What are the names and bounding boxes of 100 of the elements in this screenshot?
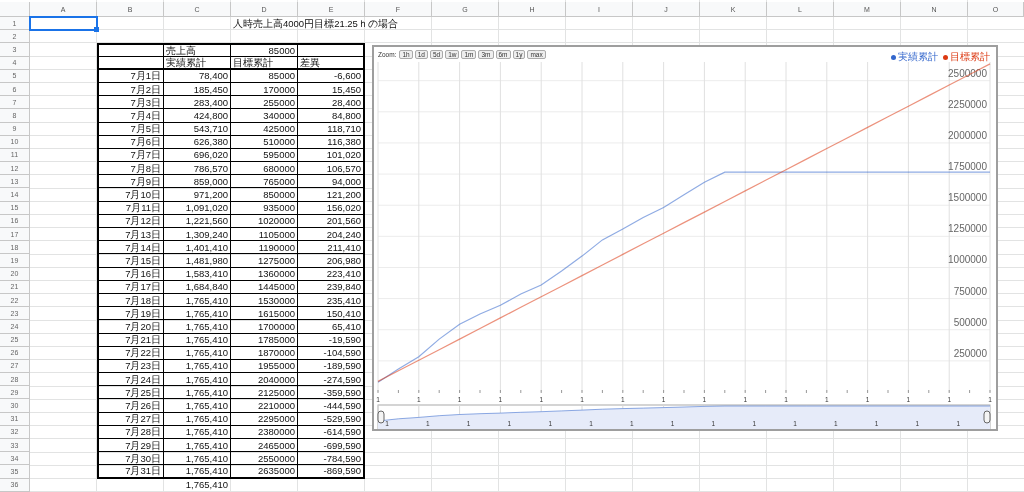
target-total-value: 1020000 <box>258 215 295 227</box>
date-label: 7月20日 <box>125 320 161 332</box>
date-label: 7月16日 <box>125 268 161 280</box>
actual-total-value: 1,765,410 <box>185 400 228 412</box>
actual-total-value: 1,481,980 <box>185 254 228 266</box>
difference-value: 150,410 <box>326 307 361 319</box>
date-label: 7月19日 <box>125 307 161 319</box>
difference-value: 94,000 <box>331 175 361 187</box>
date-label: 7月11日 <box>125 202 161 214</box>
fill-handle[interactable] <box>94 27 99 33</box>
actual-total-value: 1,765,410 <box>185 386 228 398</box>
empty-cell[interactable] <box>298 43 365 57</box>
target-total-value: 1360000 <box>258 268 295 280</box>
actual-total-value: 1,765,410 <box>185 439 228 451</box>
difference-value: -699,590 <box>323 439 361 451</box>
target-total-value: 680000 <box>263 162 295 174</box>
target-total-value: 2380000 <box>258 426 295 438</box>
difference-value: 118,710 <box>327 123 361 135</box>
difference-value: 235,410 <box>326 294 361 306</box>
actual-total-value: 424,800 <box>193 109 228 121</box>
difference-value: 101,020 <box>326 149 361 161</box>
date-label: 7月27日 <box>125 413 161 425</box>
selected-cell[interactable] <box>30 17 97 31</box>
axis-label: 250000 <box>953 347 987 359</box>
target-total-value: 765000 <box>263 175 295 187</box>
date-label: 7月6日 <box>130 136 161 148</box>
date-label: 7月13日 <box>125 228 161 240</box>
target-total-value: 425000 <box>263 123 295 135</box>
column-label: 実績累計 <box>166 56 206 68</box>
target-total-value: 255000 <box>263 96 295 108</box>
date-label: 7月12日 <box>125 215 161 227</box>
actual-total-value: 1,583,410 <box>185 268 228 280</box>
difference-value: -784,590 <box>323 452 361 464</box>
column-label: 目標累計 <box>233 56 273 68</box>
target-total-value: 2550000 <box>258 452 295 464</box>
actual-total-value: 696,020 <box>193 149 228 161</box>
date-label: 7月22日 <box>125 347 161 359</box>
actual-total-value: 283,400 <box>193 96 228 108</box>
difference-value: -274,590 <box>323 373 361 385</box>
empty-cell[interactable] <box>97 56 164 70</box>
target-total-value: 2295000 <box>258 413 295 425</box>
target-total-value: 1870000 <box>258 347 295 359</box>
target-total-value: 510000 <box>263 136 295 148</box>
actual-total-value: 1,765,410 <box>185 426 228 438</box>
target-total-value: 1955000 <box>258 360 295 372</box>
difference-value: 65,410 <box>331 320 361 332</box>
difference-value: 84,800 <box>331 109 361 121</box>
date-label: 7月8日 <box>130 162 161 174</box>
actual-total-value: 1,765,410 <box>185 347 228 359</box>
difference-value: 201,560 <box>326 215 361 227</box>
target-total-value: 850000 <box>263 189 295 201</box>
target-total-value: 2635000 <box>258 465 295 477</box>
actual-total-value: 543,710 <box>193 123 228 135</box>
axis-label: 1000000 <box>948 254 987 266</box>
actual-total-value: 1,765,410 <box>185 360 228 372</box>
target-total-value: 1530000 <box>258 294 295 306</box>
empty-cell[interactable] <box>97 43 164 57</box>
date-label: 7月10日 <box>125 189 161 201</box>
target-total-value: 1190000 <box>258 241 295 253</box>
target-total-value: 2040000 <box>258 373 295 385</box>
target-total-value: 170000 <box>263 83 295 95</box>
actual-total-value: 1,765,410 <box>185 452 228 464</box>
actual-total-value: 971,200 <box>193 189 228 201</box>
target-total-value: 1615000 <box>258 307 295 319</box>
difference-value: -614,590 <box>323 426 361 438</box>
axis-label: 2250000 <box>948 98 987 110</box>
sheet-title: 人時売上高4000円目標21.25ｈの場合 <box>233 17 398 29</box>
actual-total-value: 1,309,240 <box>185 228 228 240</box>
difference-value: -444,590 <box>323 400 361 412</box>
difference-value: 239,840 <box>326 281 361 293</box>
actual-total-value: 1,221,560 <box>185 215 228 227</box>
actual-total-value: 1,765,410 <box>185 465 228 477</box>
target-total-value: 595000 <box>263 149 295 161</box>
target-total-value: 1105000 <box>258 228 295 240</box>
difference-value: 223,410 <box>326 268 361 280</box>
difference-value: 211,410 <box>327 241 361 253</box>
target-total-value: 2210000 <box>258 400 295 412</box>
date-label: 7月15日 <box>125 254 161 266</box>
difference-value: 116,380 <box>327 136 361 148</box>
actual-total-value: 1,765,410 <box>185 294 228 306</box>
date-label: 7月18日 <box>125 294 161 306</box>
difference-value: -6,600 <box>334 70 361 82</box>
difference-value: -529,590 <box>323 413 361 425</box>
difference-value: -359,590 <box>323 386 361 398</box>
actual-total-value: 859,000 <box>193 175 228 187</box>
date-label: 7月4日 <box>130 109 161 121</box>
date-label: 7月1日 <box>130 70 161 82</box>
difference-value: 121,200 <box>326 189 361 201</box>
target-total-value: 935000 <box>263 202 295 214</box>
field-label: 売上高 <box>166 44 196 56</box>
target-total-value: 1785000 <box>258 334 295 346</box>
actual-total-value: 1,765,410 <box>185 307 228 319</box>
actual-total-value: 1,765,410 <box>185 334 228 346</box>
axis-label: 1250000 <box>948 223 987 235</box>
actual-total-value: 1,765,410 <box>185 413 228 425</box>
date-label: 7月2日 <box>130 83 161 95</box>
legend-label: 目標累計 <box>950 50 990 64</box>
actual-total-value: 1,684,840 <box>185 281 228 293</box>
date-label: 7月7日 <box>130 149 161 161</box>
legend-label: 実績累計 <box>898 50 938 64</box>
